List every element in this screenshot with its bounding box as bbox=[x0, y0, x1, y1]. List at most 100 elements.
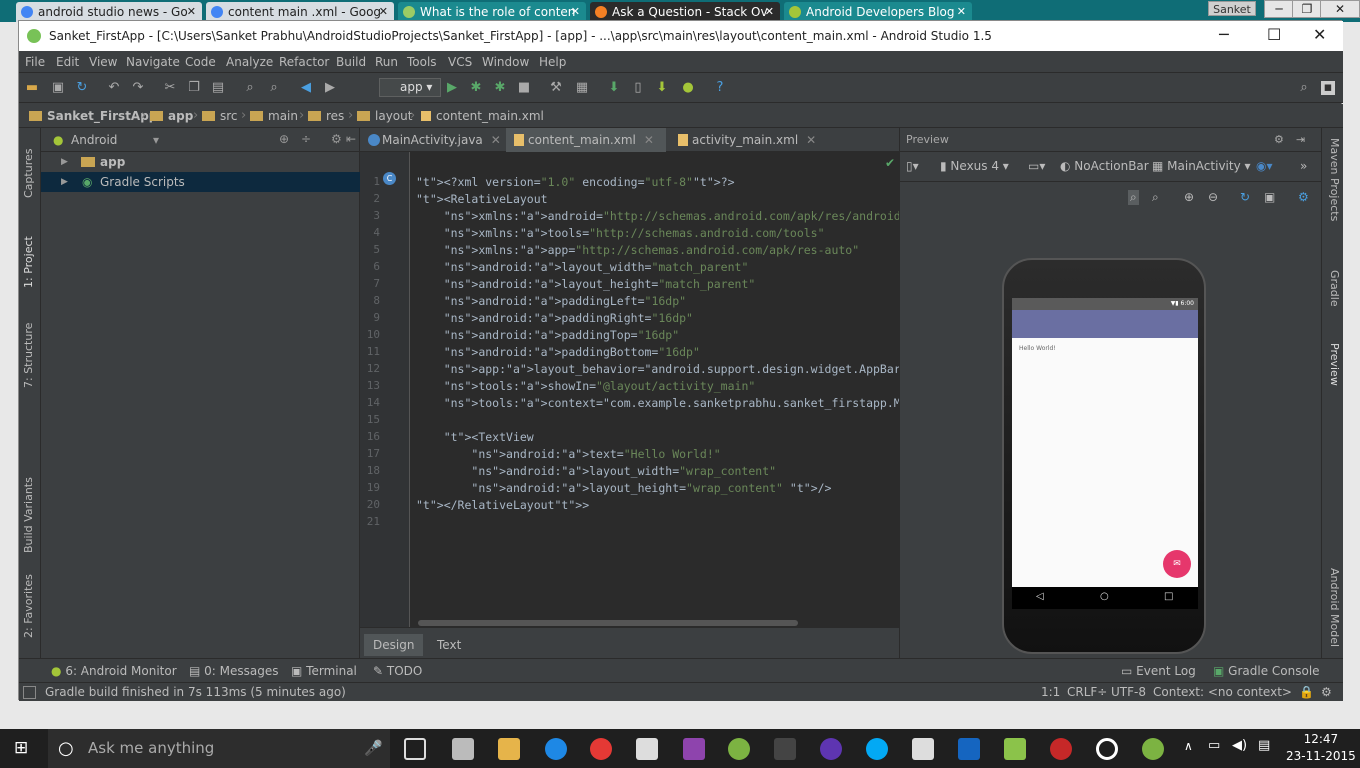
locale-icon[interactable]: ◉▾ bbox=[1256, 159, 1273, 173]
terminal-button[interactable]: ▣ Terminal bbox=[291, 664, 357, 678]
android-device-monitor-icon[interactable]: ● bbox=[681, 81, 695, 95]
replace-icon[interactable]: ⌕ bbox=[267, 81, 281, 95]
run-config-dropdown[interactable]: app ▾ bbox=[379, 78, 441, 97]
task-view-icon[interactable] bbox=[404, 738, 426, 760]
back-icon[interactable]: ◁ bbox=[1036, 591, 1044, 602]
gear-icon[interactable]: ⚙ bbox=[1274, 128, 1284, 152]
project-structure-icon[interactable]: ▦ bbox=[575, 81, 589, 95]
undo-icon[interactable]: ↶ bbox=[107, 81, 121, 95]
event-log-button[interactable]: ▭ Event Log bbox=[1121, 664, 1196, 678]
app-icon[interactable] bbox=[820, 738, 842, 760]
code-line[interactable]: "t"><TextView bbox=[416, 430, 534, 444]
cortana-search[interactable]: ○ Ask me anything 🎤 bbox=[48, 729, 390, 768]
system-clock[interactable]: 12:47 23-11-2015 bbox=[1286, 731, 1356, 765]
captures-tab[interactable]: Captures bbox=[22, 149, 35, 198]
code-line[interactable]: "t"><RelativeLayout bbox=[416, 192, 548, 206]
run-icon[interactable]: ▶ bbox=[445, 81, 459, 95]
activity-dropdown[interactable]: ▦ MainActivity ▾ bbox=[1152, 159, 1251, 173]
android-monitor-button[interactable]: ● 6: Android Monitor bbox=[51, 664, 177, 678]
close-icon[interactable]: ✕ bbox=[1313, 25, 1326, 44]
edge-icon[interactable] bbox=[545, 738, 567, 760]
hide-panel-icon[interactable]: ⇤ bbox=[346, 132, 356, 146]
code-line[interactable]: "ns">android:"a">layout_width="match_par… bbox=[416, 260, 749, 274]
code-line[interactable]: "ns">android:"a">paddingTop="16dp" bbox=[416, 328, 679, 342]
tray-chevron-icon[interactable]: ∧ bbox=[1184, 739, 1193, 753]
theme-dropdown[interactable]: ◐ NoActionBar bbox=[1060, 159, 1149, 173]
cut-icon[interactable]: ✂ bbox=[163, 81, 177, 95]
tool-windows-toggle-icon[interactable] bbox=[23, 686, 36, 699]
preview-tab[interactable]: Preview bbox=[1328, 343, 1341, 386]
visual-studio-icon[interactable] bbox=[683, 738, 705, 760]
browser-tab[interactable]: Ask a Question - Stack Ov ✕ bbox=[590, 2, 780, 22]
browser-tab[interactable]: What is the role of conten ✕ bbox=[398, 2, 586, 22]
code-line[interactable]: "ns">android:"a">paddingRight="16dp" bbox=[416, 311, 693, 325]
network-app-icon[interactable] bbox=[958, 738, 980, 760]
app-icon[interactable] bbox=[1050, 738, 1072, 760]
collapse-all-icon[interactable]: ÷ bbox=[301, 132, 311, 146]
breadcrumb-item[interactable]: layout bbox=[357, 109, 412, 123]
menu-navigate[interactable]: Navigate bbox=[126, 55, 180, 69]
breadcrumb-item[interactable]: content_main.xml bbox=[421, 109, 544, 123]
menu-run[interactable]: Run bbox=[375, 55, 398, 69]
code-line[interactable]: "ns">app:"a">layout_behavior="android.su… bbox=[416, 362, 956, 376]
tree-item-app[interactable]: ▶ app bbox=[41, 152, 360, 172]
tab-content-main-xml[interactable]: content_main.xml ✕ bbox=[506, 128, 666, 152]
structure-tab[interactable]: 7: Structure bbox=[22, 323, 35, 388]
file-explorer-icon[interactable] bbox=[498, 738, 520, 760]
close-icon[interactable]: ✕ bbox=[765, 2, 774, 22]
make-project-icon[interactable]: ⚒ bbox=[549, 81, 563, 95]
menu-edit[interactable]: Edit bbox=[56, 55, 79, 69]
find-icon[interactable]: ⌕ bbox=[243, 81, 257, 95]
browser-user-button[interactable]: Sanket bbox=[1208, 1, 1256, 16]
windows-start-icon[interactable]: ⊞ bbox=[14, 738, 28, 758]
todo-button[interactable]: ✎ TODO bbox=[373, 664, 422, 678]
inspector-icon[interactable]: ⚙ bbox=[1321, 685, 1332, 699]
code-line[interactable]: "ns">android:"a">paddingLeft="16dp" bbox=[416, 294, 686, 308]
zoom-out-icon[interactable]: ⊖ bbox=[1208, 190, 1218, 204]
volume-icon[interactable]: ◀) bbox=[1232, 738, 1247, 753]
mail-fab[interactable]: ✉ bbox=[1163, 550, 1191, 578]
breadcrumb-item[interactable]: res bbox=[308, 109, 344, 123]
user-icon[interactable]: ▪ bbox=[1321, 81, 1335, 95]
browser-tab[interactable]: content main .xml - Goog ✕ bbox=[206, 2, 394, 22]
intellij-icon[interactable] bbox=[774, 738, 796, 760]
redo-icon[interactable]: ↷ bbox=[131, 81, 145, 95]
debug-icon[interactable]: ✱ bbox=[469, 81, 483, 95]
android-studio-taskbar-icon[interactable] bbox=[728, 738, 750, 760]
context-class-icon[interactable]: C bbox=[383, 172, 396, 185]
inspection-ok-icon[interactable]: ✔ bbox=[885, 156, 895, 170]
avd-manager-icon[interactable]: ▯ bbox=[631, 81, 645, 95]
media-icon[interactable] bbox=[1096, 738, 1118, 760]
gear-icon[interactable]: ⚙ bbox=[1298, 190, 1309, 204]
tree-item-gradle-scripts[interactable]: ▶ ◉ Gradle Scripts bbox=[41, 172, 360, 192]
zoom-fit-icon[interactable]: ⌕ bbox=[1128, 190, 1139, 205]
zoom-actual-icon[interactable]: ⌕ bbox=[1152, 190, 1159, 205]
close-icon[interactable]: ✕ bbox=[1320, 0, 1360, 18]
close-icon[interactable]: ✕ bbox=[379, 2, 388, 22]
save-icon[interactable]: ▣ bbox=[51, 81, 65, 95]
chrome-icon[interactable] bbox=[590, 738, 612, 760]
scroll-from-source-icon[interactable]: ⊕ bbox=[279, 132, 289, 146]
status-message[interactable]: Gradle build finished in 7s 113ms (5 min… bbox=[45, 685, 346, 699]
caret-position[interactable]: 1:1 bbox=[1041, 685, 1060, 699]
gradle-tab[interactable]: Gradle bbox=[1328, 270, 1341, 307]
help-icon[interactable]: ? bbox=[713, 81, 727, 95]
menu-window[interactable]: Window bbox=[482, 55, 529, 69]
maximize-icon[interactable]: ❐ bbox=[1292, 0, 1322, 18]
menu-view[interactable]: View bbox=[89, 55, 117, 69]
home-icon[interactable]: ○ bbox=[1100, 591, 1109, 602]
code-line[interactable]: "ns">android:"a">layout_height="match_pa… bbox=[416, 277, 756, 291]
close-icon[interactable]: ✕ bbox=[644, 133, 654, 147]
close-icon[interactable]: ✕ bbox=[571, 2, 580, 22]
hide-panel-icon[interactable]: ⇥ bbox=[1296, 128, 1305, 152]
paste-icon[interactable]: ▤ bbox=[211, 81, 225, 95]
messages-button[interactable]: ▤ 0: Messages bbox=[189, 664, 279, 678]
hello-textview[interactable]: Hello World! bbox=[1019, 345, 1056, 352]
code-line[interactable]: "ns">xmlns:"a">tools="http://schemas.and… bbox=[416, 226, 825, 240]
search-icon[interactable]: ⌕ bbox=[1297, 81, 1311, 95]
code-line[interactable]: "t"></RelativeLayout"t">> bbox=[416, 498, 589, 512]
gradle-sync-icon[interactable]: ⬇ bbox=[607, 81, 621, 95]
notifications-icon[interactable]: ▤ bbox=[1258, 738, 1270, 753]
breadcrumb-item[interactable]: Sanket_FirstApp bbox=[29, 109, 157, 123]
expand-arrow-icon[interactable]: ▶ bbox=[61, 172, 68, 192]
